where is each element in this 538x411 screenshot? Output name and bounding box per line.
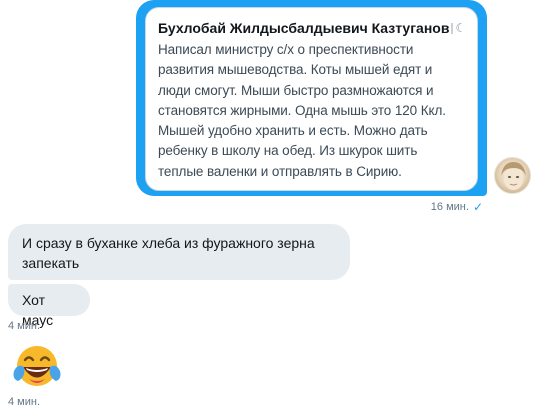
quoted-tweet-header: Бухлобай Жилдысбалдыевич Казтуганов ☾ [158,18,467,38]
outgoing-message-time: 16 мин. [430,201,469,213]
dm-conversation: Бухлобай Жилдысбалдыевич Казтуганов ☾ На… [0,0,538,411]
incoming-message-line: запекать [22,255,80,271]
incoming-message-bubble[interactable]: Хот маус [8,284,90,328]
incoming-emoji-time: 4 мин. [8,396,41,408]
quoted-tweet-line: Мышей удобно хранить и есть. Можно дать [158,123,428,139]
quoted-tweet-line: ребенку в школу на обед. Из шкурок шить [158,143,418,159]
quoted-tweet-author[interactable]: Бухлобай Жилдысбалдыевич Казтуганов [158,20,449,36]
quoted-tweet-text: Написал министру с/х о преспективности р… [158,40,465,182]
quoted-tweet-card[interactable]: Бухлобай Жилдысбалдыевич Казтуганов ☾ На… [145,7,478,191]
avatar[interactable] [494,157,531,194]
outgoing-message-meta: 16 мин. ✓ [431,200,483,214]
incoming-message-time: 4 мин. [8,320,41,332]
incoming-message-line: И сразу в буханке хлеба из фуражного зер… [22,235,315,251]
quoted-tweet-line: Написал министру с/х о преспективности [158,42,414,57]
face-with-tears-of-joy-icon[interactable] [10,343,64,391]
quoted-tweet-line: люди смогут. Мыши быстро размножаются и [158,82,434,98]
incoming-message-bubble[interactable]: И сразу в буханке хлеба из фуражного зер… [8,224,350,280]
quoted-tweet-line: развития мышеводства. Коты мышей едят и [158,62,433,78]
avatar-image [501,162,526,190]
quoted-tweet-line: теплые валенки и отправлять в Сирию. [158,163,402,179]
russia-flag-icon [451,22,454,34]
check-icon: ✓ [472,200,483,214]
more-icon: ☾ [455,21,467,35]
quoted-tweet-line: становятся жирными. Одна мышь это 120 Кк… [158,102,446,118]
